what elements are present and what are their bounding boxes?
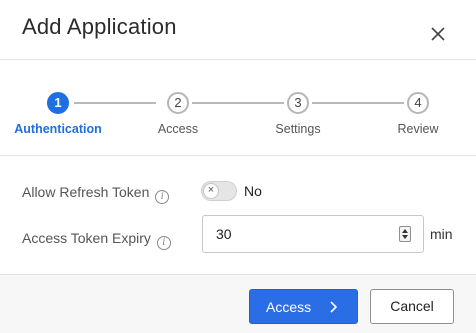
x-icon: × — [203, 183, 219, 199]
step-label: Access — [157, 122, 199, 136]
info-icon[interactable]: i — [156, 236, 171, 250]
step-number: 4 — [407, 92, 429, 114]
step-access[interactable]: 2 Access — [118, 60, 238, 156]
close-button[interactable] — [428, 24, 448, 44]
next-access-button[interactable]: Access — [249, 289, 358, 324]
refresh-token-row: Allow Refresh Token i — [22, 184, 170, 204]
refresh-token-label: Allow Refresh Token — [22, 184, 150, 200]
info-icon[interactable]: i — [155, 190, 170, 204]
cancel-button[interactable]: Cancel — [370, 289, 454, 324]
token-expiry-row: Access Token Expiry i — [22, 230, 171, 250]
next-button-label: Access — [266, 299, 312, 315]
token-expiry-value: 30 — [216, 226, 232, 242]
token-expiry-label: Access Token Expiry — [22, 230, 151, 246]
step-label: Settings — [275, 122, 321, 136]
toggle-state-text: No — [244, 183, 262, 199]
spin-up-icon[interactable] — [402, 229, 408, 233]
token-expiry-input[interactable]: 30 — [202, 215, 424, 253]
step-review[interactable]: 4 Review — [358, 60, 476, 156]
step-authentication[interactable]: 1 Authentication — [0, 60, 118, 156]
step-number: 3 — [287, 92, 309, 114]
chevron-right-icon — [330, 301, 338, 313]
step-label: Review — [397, 122, 439, 136]
step-number: 2 — [167, 92, 189, 114]
dialog-header: Add Application — [0, 0, 476, 60]
dialog-title: Add Application — [22, 14, 177, 39]
spin-down-icon[interactable] — [402, 235, 408, 239]
token-expiry-unit: min — [430, 226, 453, 242]
close-icon — [431, 27, 445, 41]
add-application-dialog: Add Application 1 Authentication 2 Acces… — [0, 0, 476, 333]
refresh-token-toggle[interactable]: × — [201, 181, 237, 201]
step-number: 1 — [47, 92, 69, 114]
step-settings[interactable]: 3 Settings — [238, 60, 358, 156]
wizard-stepper: 1 Authentication 2 Access 3 Settings 4 R… — [0, 60, 476, 156]
dialog-footer: Access Cancel — [0, 274, 476, 333]
step-label: Authentication — [14, 122, 102, 136]
number-spinner[interactable] — [399, 226, 411, 242]
